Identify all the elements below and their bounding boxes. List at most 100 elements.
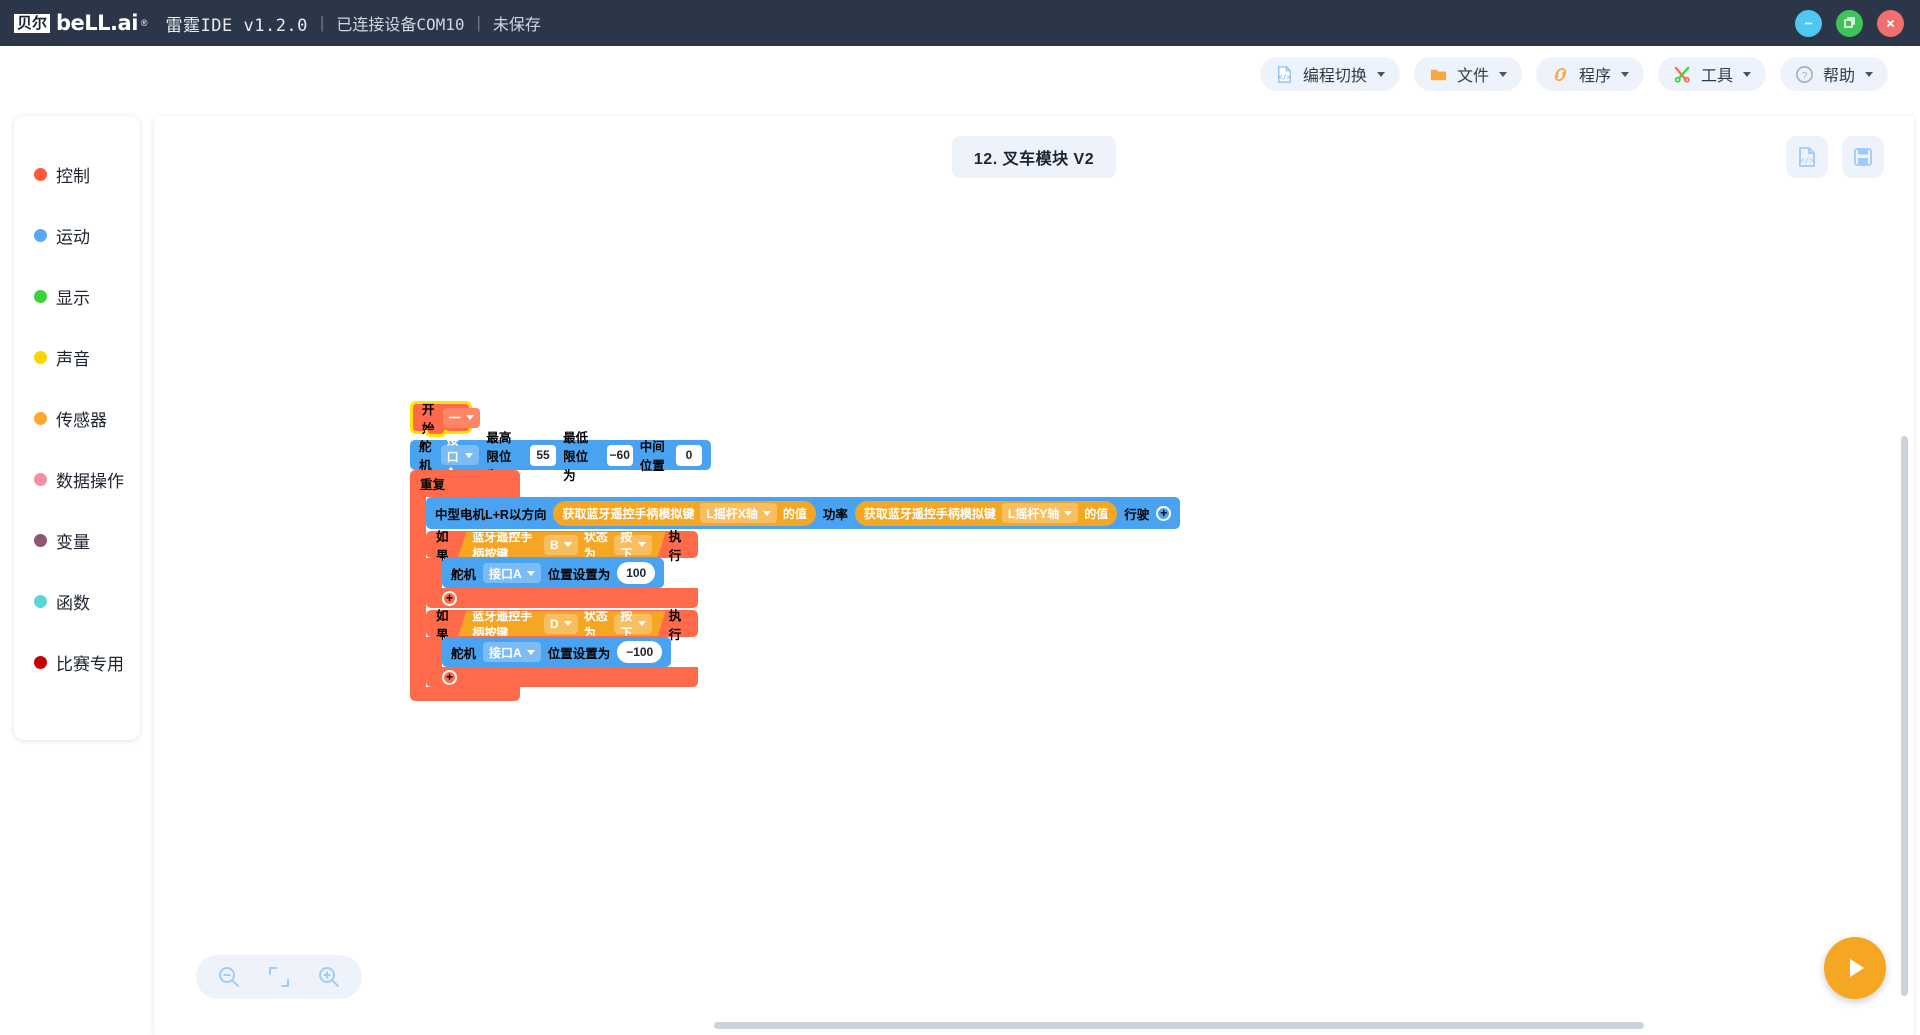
repeat-header[interactable]: 重复	[410, 470, 520, 497]
reporter-gamepad-analog-y[interactable]: 获取蓝牙遥控手柄模拟键 L摇杆Y轴 的值	[854, 500, 1118, 526]
zoom-out-button[interactable]	[216, 964, 242, 990]
play-icon	[1850, 959, 1864, 977]
device-status: 已连接设备COM10	[336, 15, 465, 34]
zoom-in-button[interactable]	[316, 964, 342, 990]
restore-icon	[1843, 17, 1855, 28]
chevron-down-icon	[465, 415, 474, 420]
start-dropdown[interactable]: 一	[442, 407, 480, 428]
block-program[interactable]: 开始 一 舵机 接口A 最高限位为 55 最低限位为 −60 中间位置	[410, 401, 1181, 701]
title-bar: 贝尔 beLL.ai ® 雷霆IDE v1.2.0 | 已连接设备COM10 |…	[0, 0, 1920, 46]
close-button[interactable]	[1877, 9, 1904, 37]
block-repeat-forever[interactable]: 重复 中型电机L+R以方向 获取蓝牙遥控手柄模拟键 L摇杆X轴 的值 功率 获取…	[410, 470, 1181, 701]
reporter-axis-dropdown[interactable]: L摇杆Y轴	[1001, 503, 1079, 523]
canvas-corner-buttons: </>	[1786, 136, 1884, 178]
trademark-mark: ®	[140, 18, 148, 28]
add-branch-icon[interactable]: +	[442, 590, 457, 606]
reporter-suffix: 的值	[1084, 506, 1109, 521]
condition-gamepad-button-b[interactable]: 蓝牙遥控手柄按键 B 状态为 按下	[458, 532, 665, 557]
drive-label: 中型电机L+R以方向	[435, 507, 547, 522]
servo-init-min-input[interactable]: −60	[606, 444, 633, 466]
servo-port-dropdown[interactable]: 接口A	[483, 563, 541, 583]
svg-text:</>: </>	[1800, 156, 1814, 165]
menu-item-help[interactable]: ? 帮助	[1779, 57, 1888, 91]
sidebar-item-motion[interactable]: 运动	[14, 205, 140, 266]
menu-item-programming-switch[interactable]: </> 编程切换	[1259, 57, 1400, 91]
condition-button-dropdown[interactable]: B	[544, 535, 578, 555]
block-servo-init[interactable]: 舵机 接口A 最高限位为 55 最低限位为 −60 中间位置 0	[410, 431, 711, 483]
servo-init-max-input[interactable]: 55	[530, 444, 557, 466]
reporter-axis-dropdown[interactable]: L摇杆X轴	[700, 503, 777, 523]
folder-icon	[1429, 64, 1449, 84]
sidebar-item-function[interactable]: 函数	[14, 571, 140, 632]
menu-item-program[interactable]: 程序	[1535, 57, 1644, 91]
blocks-canvas[interactable]: 12. 叉车模块 V2 </> 开始 一 舵机 接口 最高限位 55 最低限位为…	[154, 116, 1914, 1035]
block-start-hat[interactable]: 开始 一	[410, 401, 480, 437]
condition-state-dropdown[interactable]: 按下	[614, 614, 651, 634]
block-if-1[interactable]: 如果 蓝牙遥控手柄按键 B 状态为 按下 执行 舵机 接口A 位置设置为 100…	[426, 530, 1180, 608]
condition-gamepad-button-d[interactable]: 蓝牙遥控手柄按键 D 状态为 按下	[458, 611, 665, 636]
block-servo-set-position-1[interactable]: 舵机 接口A 位置设置为 100	[442, 558, 665, 588]
save-button[interactable]	[1842, 136, 1884, 178]
reporter-label: 获取蓝牙遥控手柄模拟键	[863, 506, 996, 521]
vertical-scrollbar[interactable]	[1901, 436, 1908, 996]
category-color-dot	[34, 656, 47, 669]
block-servo-set-position-2[interactable]: 舵机 接口A 位置设置为 −100	[442, 637, 672, 667]
if-1-then-label: 执行	[668, 529, 682, 563]
condition-state-dropdown[interactable]: 按下	[614, 535, 651, 555]
block-if-2[interactable]: 如果 蓝牙遥控手柄按键 D 状态为 按下 执行 舵机 接口A 位置设置为 −10…	[426, 609, 1180, 687]
menu-item-label: 程序	[1578, 68, 1611, 85]
sidebar-item-control[interactable]: 控制	[14, 144, 140, 205]
fit-screen-button[interactable]	[266, 964, 292, 990]
condition-button-dropdown[interactable]: D	[544, 614, 578, 634]
servo-init-port-dropdown[interactable]: 接口A	[440, 433, 480, 479]
sidebar-item-display[interactable]: 显示	[14, 266, 140, 327]
add-branch-icon[interactable]: +	[442, 669, 457, 685]
sidebar-item-data-operation[interactable]: 数据操作	[14, 449, 140, 510]
add-input-icon[interactable]: +	[1156, 505, 1172, 521]
floppy-save-icon	[1854, 148, 1872, 166]
servo-init-mid-input[interactable]: 0	[676, 444, 703, 466]
servo-position-input[interactable]: −100	[617, 641, 663, 663]
category-color-dot	[34, 229, 47, 242]
if-2-then-label: 执行	[668, 608, 682, 642]
sidebar-item-sensor[interactable]: 传感器	[14, 388, 140, 449]
start-dropdown-value: 一	[448, 411, 461, 425]
category-color-dot	[34, 168, 47, 181]
menu-item-file[interactable]: 文件	[1413, 57, 1522, 91]
servo-position-input[interactable]: 100	[617, 562, 656, 584]
if-2-header[interactable]: 如果 蓝牙遥控手柄按键 D 状态为 按下 执行	[426, 609, 698, 642]
reporter-axis-value: L摇杆X轴	[706, 506, 758, 521]
chevron-down-icon	[465, 452, 474, 458]
menu-item-label: 编程切换	[1302, 68, 1367, 85]
minimize-button[interactable]	[1795, 9, 1822, 37]
servo-port-value: 接口A	[489, 566, 522, 581]
menu-toolbar: </> 编程切换 文件 程序 工具 ? 帮助	[0, 46, 1920, 102]
sidebar-item-variable[interactable]: 变量	[14, 510, 140, 571]
chevron-down-icon	[1742, 71, 1751, 77]
block-medium-motor-drive[interactable]: 中型电机L+R以方向 获取蓝牙遥控手柄模拟键 L摇杆X轴 的值 功率 获取蓝牙遥…	[426, 497, 1181, 529]
if-1-header[interactable]: 如果 蓝牙遥控手柄按键 B 状态为 按下 执行	[426, 530, 698, 563]
canvas-zoom-controls	[196, 955, 362, 999]
sidebar-item-label: 控制	[56, 167, 90, 186]
horizontal-scrollbar[interactable]	[714, 1022, 1644, 1029]
zoom-out-icon	[219, 967, 239, 987]
run-button[interactable]	[1824, 937, 1886, 999]
servo-port-dropdown[interactable]: 接口A	[483, 642, 541, 662]
if-1-left-column	[426, 558, 442, 588]
sidebar-item-sound[interactable]: 声音	[14, 327, 140, 388]
view-code-button[interactable]: </>	[1786, 136, 1828, 178]
sidebar-item-label: 数据操作	[56, 472, 124, 491]
reporter-suffix: 的值	[782, 506, 807, 521]
project-tab[interactable]: 12. 叉车模块 V2	[951, 136, 1117, 178]
reporter-gamepad-analog-x[interactable]: 获取蓝牙遥控手柄模拟键 L摇杆X轴 的值	[553, 500, 816, 526]
servo-init-label: 舵机	[419, 440, 432, 473]
menu-item-label: 文件	[1456, 68, 1489, 85]
menu-item-tools[interactable]: 工具	[1657, 57, 1766, 91]
code-file-icon: </>	[1799, 147, 1815, 167]
category-color-dot	[34, 473, 47, 486]
sidebar-item-competition[interactable]: 比赛专用	[14, 632, 140, 693]
chevron-down-icon	[526, 649, 535, 655]
maximize-button[interactable]	[1836, 9, 1863, 37]
servo-action-label: 位置设置为	[547, 646, 611, 661]
category-color-dot	[34, 351, 47, 364]
